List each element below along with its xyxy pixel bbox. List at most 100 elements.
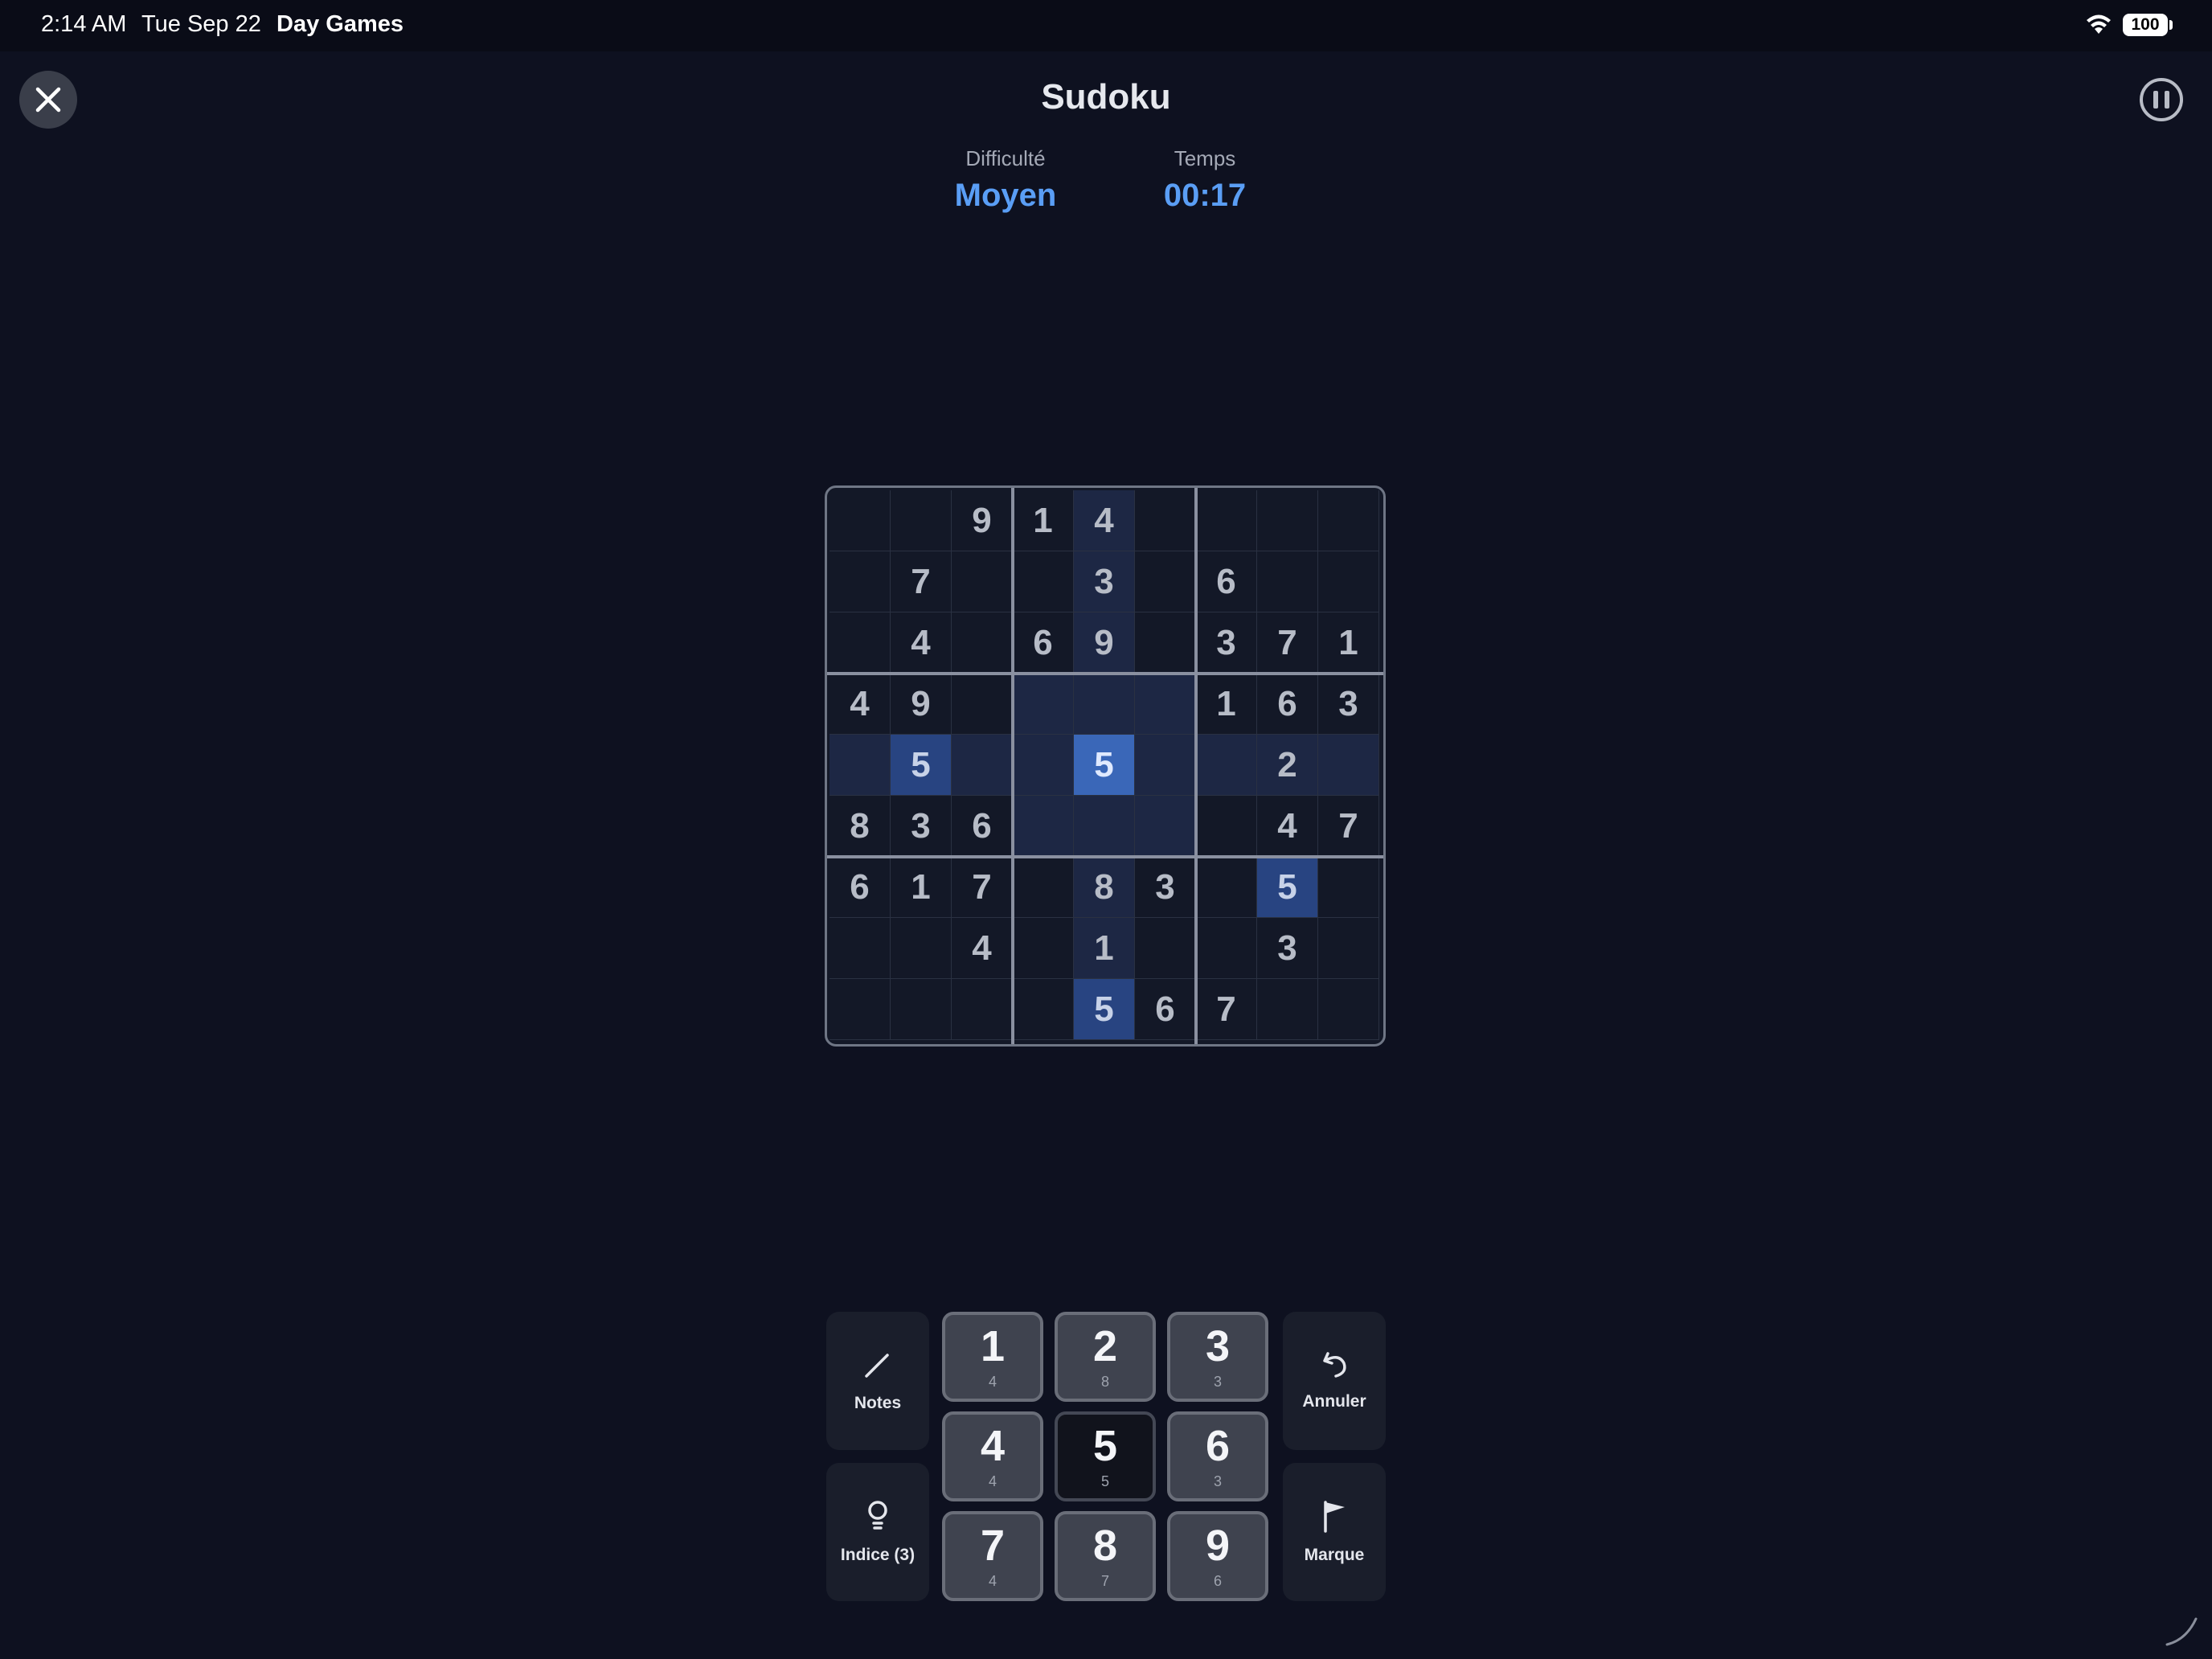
sudoku-cell[interactable]: 6 (830, 857, 891, 918)
sudoku-cell[interactable]: 6 (1013, 612, 1074, 674)
sudoku-cell[interactable] (830, 551, 891, 612)
sudoku-cell[interactable] (1074, 674, 1135, 735)
sudoku-cell[interactable]: 1 (1013, 490, 1074, 551)
sudoku-cell[interactable]: 4 (1074, 490, 1135, 551)
sudoku-cell[interactable] (952, 735, 1013, 796)
sudoku-cell[interactable]: 5 (1074, 979, 1135, 1040)
sudoku-cell[interactable] (830, 979, 891, 1040)
sudoku-cell[interactable]: 2 (1257, 735, 1318, 796)
sudoku-cell[interactable] (891, 918, 952, 979)
sudoku-cell[interactable]: 3 (1318, 674, 1379, 735)
sudoku-cell[interactable] (830, 918, 891, 979)
sudoku-cell[interactable] (891, 979, 952, 1040)
sudoku-cell[interactable] (1135, 490, 1196, 551)
sudoku-cell[interactable]: 6 (1196, 551, 1257, 612)
sudoku-cell[interactable] (1318, 490, 1379, 551)
sudoku-cell[interactable] (1013, 735, 1074, 796)
sudoku-cell[interactable] (1196, 918, 1257, 979)
sudoku-cell[interactable] (1257, 490, 1318, 551)
sudoku-cell[interactable] (1135, 612, 1196, 674)
number-button-9[interactable]: 96 (1167, 1511, 1268, 1601)
sudoku-cell[interactable]: 7 (1196, 979, 1257, 1040)
sudoku-cell[interactable] (1135, 674, 1196, 735)
sudoku-cell[interactable] (891, 490, 952, 551)
sudoku-cell[interactable] (1257, 551, 1318, 612)
sudoku-cell[interactable] (952, 612, 1013, 674)
pause-button[interactable] (2140, 78, 2183, 121)
sudoku-cell[interactable]: 5 (1074, 735, 1135, 796)
number-button-5[interactable]: 55 (1055, 1411, 1156, 1501)
sudoku-cell[interactable]: 7 (1257, 612, 1318, 674)
sudoku-cell[interactable]: 3 (1196, 612, 1257, 674)
sudoku-cell[interactable] (830, 490, 891, 551)
sudoku-cell[interactable] (1135, 796, 1196, 857)
sudoku-cell[interactable]: 6 (1257, 674, 1318, 735)
sudoku-cell[interactable]: 1 (1318, 612, 1379, 674)
sudoku-cell[interactable]: 4 (1257, 796, 1318, 857)
undo-button[interactable]: Annuler (1283, 1312, 1386, 1450)
sudoku-cell[interactable] (1135, 918, 1196, 979)
number-button-6[interactable]: 63 (1167, 1411, 1268, 1501)
lightbulb-icon (868, 1501, 887, 1530)
sudoku-cell[interactable] (830, 612, 891, 674)
number-button-2[interactable]: 28 (1055, 1312, 1156, 1402)
pause-icon-bar-right (2165, 91, 2169, 109)
sudoku-cell[interactable]: 7 (891, 551, 952, 612)
notes-button[interactable]: Notes (826, 1312, 929, 1450)
sudoku-cell[interactable] (1013, 857, 1074, 918)
sudoku-cell[interactable] (1013, 979, 1074, 1040)
sudoku-cell[interactable] (1257, 979, 1318, 1040)
sudoku-cell[interactable]: 6 (952, 796, 1013, 857)
sudoku-cell[interactable] (1013, 796, 1074, 857)
sudoku-cell[interactable] (1318, 979, 1379, 1040)
sudoku-cell[interactable] (1013, 674, 1074, 735)
sudoku-cell[interactable]: 8 (1074, 857, 1135, 918)
sudoku-cell[interactable]: 1 (1196, 674, 1257, 735)
sudoku-cell[interactable]: 7 (1318, 796, 1379, 857)
sudoku-cell[interactable]: 8 (830, 796, 891, 857)
number-button-7[interactable]: 74 (942, 1511, 1043, 1601)
number-button-1[interactable]: 14 (942, 1312, 1043, 1402)
sudoku-cell[interactable] (1074, 796, 1135, 857)
sudoku-cell[interactable]: 1 (891, 857, 952, 918)
sudoku-cell[interactable] (830, 735, 891, 796)
sudoku-cell[interactable]: 5 (1257, 857, 1318, 918)
number-button-4[interactable]: 44 (942, 1411, 1043, 1501)
number-button-8[interactable]: 87 (1055, 1511, 1156, 1601)
sudoku-cell[interactable] (1318, 551, 1379, 612)
sudoku-cell[interactable] (1196, 490, 1257, 551)
sudoku-cell[interactable] (1196, 857, 1257, 918)
sudoku-cell[interactable]: 4 (891, 612, 952, 674)
sudoku-cell[interactable]: 6 (1135, 979, 1196, 1040)
sudoku-cell[interactable]: 3 (891, 796, 952, 857)
sudoku-cell[interactable]: 3 (1257, 918, 1318, 979)
sudoku-cell[interactable]: 5 (891, 735, 952, 796)
sudoku-cell[interactable]: 9 (952, 490, 1013, 551)
sudoku-cell[interactable] (1013, 918, 1074, 979)
sudoku-cell[interactable] (1135, 551, 1196, 612)
hint-button[interactable]: Indice (3) (826, 1463, 929, 1601)
sudoku-cell[interactable]: 3 (1135, 857, 1196, 918)
sudoku-cell[interactable]: 9 (891, 674, 952, 735)
number-digit: 7 (980, 1521, 1006, 1570)
sudoku-cell[interactable]: 1 (1074, 918, 1135, 979)
sudoku-cell[interactable] (952, 551, 1013, 612)
sudoku-cell[interactable] (952, 979, 1013, 1040)
sudoku-cell[interactable] (1318, 857, 1379, 918)
sudoku-cell[interactable]: 4 (952, 918, 1013, 979)
sudoku-cell[interactable] (1318, 918, 1379, 979)
undo-icon (1323, 1352, 1346, 1378)
number-button-3[interactable]: 33 (1167, 1312, 1268, 1402)
sudoku-cell[interactable] (1318, 735, 1379, 796)
sudoku-cell[interactable] (1196, 796, 1257, 857)
page-title: Sudoku (1041, 77, 1171, 117)
sudoku-cell[interactable] (1196, 735, 1257, 796)
sudoku-cell[interactable]: 9 (1074, 612, 1135, 674)
sudoku-cell[interactable] (1013, 551, 1074, 612)
sudoku-cell[interactable]: 3 (1074, 551, 1135, 612)
sudoku-cell[interactable] (952, 674, 1013, 735)
sudoku-cell[interactable]: 4 (830, 674, 891, 735)
sudoku-cell[interactable] (1135, 735, 1196, 796)
mark-button[interactable]: Marque (1283, 1463, 1386, 1601)
sudoku-cell[interactable]: 7 (952, 857, 1013, 918)
